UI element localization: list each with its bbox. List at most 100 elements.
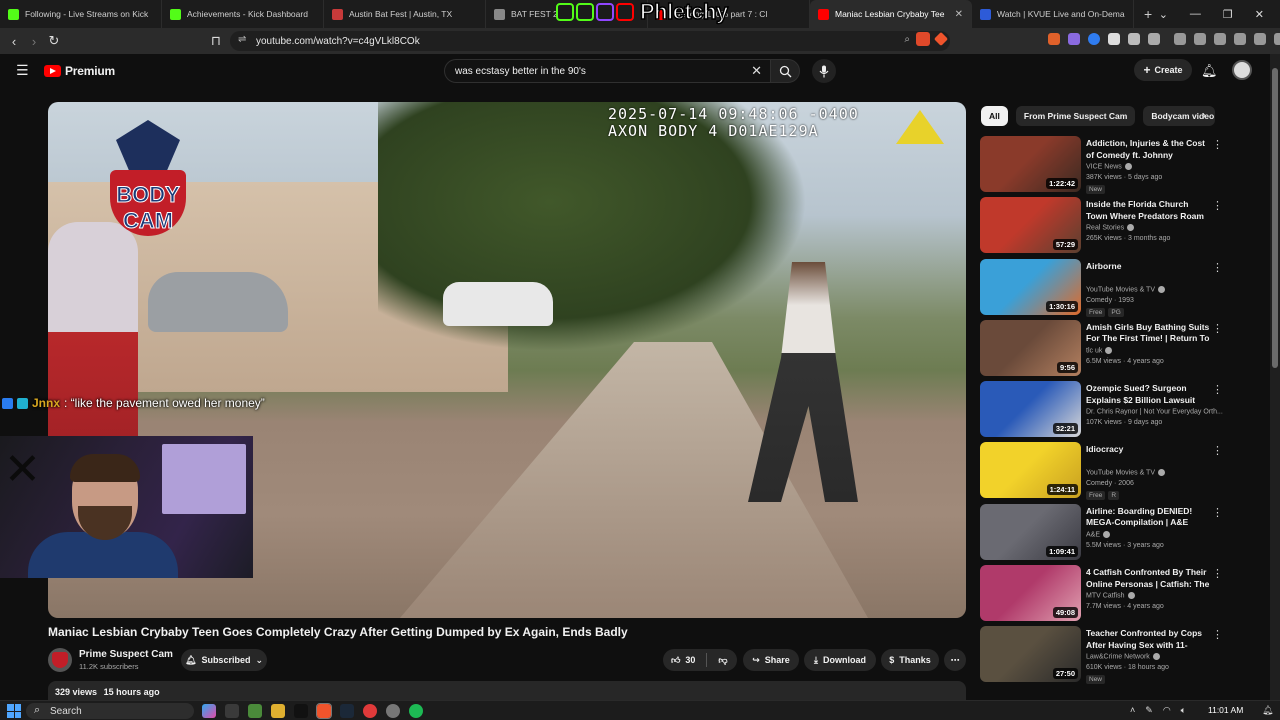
youtube-logo[interactable]: Premium: [44, 64, 115, 78]
share-button[interactable]: ↪ Share: [743, 649, 799, 671]
recommended-video[interactable]: 49:08 4 Catfish Confronted By Their Onlin…: [980, 565, 1230, 626]
recommended-video[interactable]: 1:30:16 Airborne YouTube Movies & TV Comedy…: [980, 258, 1230, 320]
calendar-icon[interactable]: [248, 704, 262, 718]
more-vertical-icon[interactable]: ⋮: [1212, 383, 1223, 396]
browser-tab[interactable]: Austin Bat Fest | Austin, TX: [324, 0, 486, 28]
spotify-icon[interactable]: [409, 704, 423, 718]
music-icon[interactable]: [1194, 33, 1206, 45]
thanks-button[interactable]: $ Thanks: [881, 649, 939, 671]
more-vertical-icon[interactable]: ⋮: [1212, 322, 1223, 335]
site-settings-icon[interactable]: ⇌: [238, 34, 246, 45]
clear-search-icon[interactable]: ✕: [751, 63, 762, 79]
channel-name[interactable]: Prime Suspect Cam: [79, 649, 173, 660]
recommended-video-channel[interactable]: YouTube Movies & TV: [1086, 285, 1226, 293]
recommended-video-channel[interactable]: Law&Crime Network: [1086, 653, 1226, 661]
vpn-icon[interactable]: [1274, 33, 1280, 45]
more-vertical-icon[interactable]: ⋮: [1212, 506, 1223, 519]
recommended-video[interactable]: 1:24:11 Idiocracy YouTube Movies & TV Comed…: [980, 442, 1230, 503]
scrollbar-thumb[interactable]: [1272, 68, 1278, 368]
notifications-bell-icon[interactable]: 🔔︎: [1201, 63, 1218, 79]
browser-tab[interactable]: Watch | KVUE Live and On-Dema: [972, 0, 1134, 28]
search-button[interactable]: [770, 59, 800, 83]
chevron-down-icon[interactable]: ⌄: [1159, 8, 1168, 21]
recommended-video-channel[interactable]: Real Stories: [1086, 224, 1226, 232]
more-vertical-icon[interactable]: ⋮: [1212, 567, 1223, 580]
subscribed-button[interactable]: 🔔︎ Subscribed ⌄: [181, 649, 267, 671]
video-thumbnail[interactable]: 1:24:11: [980, 442, 1081, 499]
brave-shield-icon[interactable]: [916, 32, 930, 46]
more-vertical-icon[interactable]: ⋮: [1212, 628, 1223, 641]
recommended-video-title[interactable]: 4 Catfish Confronted By Their Online Per…: [1086, 567, 1212, 590]
video-thumbnail[interactable]: 49:08: [980, 565, 1081, 622]
recommended-video[interactable]: 1:22:42 Addiction, Injuries & the Cost of…: [980, 136, 1230, 197]
extension-icon[interactable]: [1088, 33, 1100, 45]
url-field[interactable]: ⇌ youtube.com/watch?v=c4gVLkl8COk ⌕: [230, 31, 950, 51]
recommended-video[interactable]: 27:50 Teacher Confronted by Cops After Ha…: [980, 626, 1230, 687]
minimize-icon[interactable]: —: [1190, 8, 1201, 20]
back-icon[interactable]: ‹: [4, 34, 24, 49]
search-input[interactable]: was ecstasy better in the 90's ✕: [444, 59, 770, 83]
recommended-video[interactable]: 9:56 Amish Girls Buy Bathing Suits For Th…: [980, 319, 1230, 381]
recommended-video[interactable]: 32:21 Ozempic Sued? Surgeon Explains $2 B…: [980, 381, 1230, 442]
browser-tab[interactable]: Maniac Lesbian Crybaby Tee ✕: [810, 0, 972, 28]
recommended-video-title[interactable]: Ozempic Sued? Surgeon Explains $2 Billio…: [1086, 383, 1212, 406]
video-thumbnail[interactable]: 27:50: [980, 626, 1081, 683]
settings-icon[interactable]: [1108, 33, 1120, 45]
recommended-video-title[interactable]: Airborne: [1086, 261, 1212, 273]
recommended-video-channel[interactable]: Dr. Chris Raynor | Not Your Everyday Ort…: [1086, 408, 1226, 416]
recommended-video-title[interactable]: Addiction, Injuries & the Cost of Comedy…: [1086, 138, 1212, 161]
recommended-video[interactable]: 1:09:41 Airline: Boarding DENIED! MEGA-Co…: [980, 503, 1230, 565]
video-thumbnail[interactable]: 57:29: [980, 197, 1081, 254]
recommended-video-title[interactable]: Teacher Confronted by Cops After Having …: [1086, 628, 1212, 651]
browser-tab[interactable]: Achievements - Kick Dashboard: [162, 0, 324, 28]
taskbar-clock[interactable]: 11:01 AM: [1208, 705, 1243, 715]
hamburger-menu-icon[interactable]: ☰: [16, 62, 29, 79]
screenshot-icon[interactable]: [1128, 33, 1140, 45]
bookmark-icon[interactable]: ⊓: [206, 33, 226, 49]
settings-icon[interactable]: [225, 704, 239, 718]
taskbar-search[interactable]: ⌕ Search: [26, 703, 194, 719]
sidebar-icon[interactable]: [1214, 33, 1226, 45]
maximize-icon[interactable]: ❐: [1223, 8, 1233, 21]
windows-start-icon[interactable]: [7, 704, 21, 718]
more-vertical-icon[interactable]: ⋮: [1212, 138, 1223, 151]
chips-next-icon[interactable]: ›: [1202, 108, 1206, 122]
more-vertical-icon[interactable]: ⋮: [1212, 199, 1223, 212]
download-button[interactable]: ⤓ Download: [804, 649, 876, 671]
filter-chip[interactable]: All: [981, 106, 1008, 126]
video-thumbnail[interactable]: 1:09:41: [980, 503, 1081, 560]
more-actions-button[interactable]: ⋯: [944, 649, 966, 671]
copilot-icon[interactable]: [202, 704, 216, 718]
chevron-up-icon[interactable]: ˄: [1130, 705, 1135, 716]
close-tab-icon[interactable]: ✕: [955, 9, 963, 20]
puzzle-icon[interactable]: [1148, 33, 1160, 45]
dislike-button[interactable]: 👎︎: [718, 655, 727, 666]
recommended-video-title[interactable]: Airline: Boarding DENIED! MEGA-Compilati…: [1086, 506, 1212, 529]
steam-icon[interactable]: [340, 704, 354, 718]
terminal-icon[interactable]: [294, 704, 308, 718]
wallet-icon[interactable]: [1234, 33, 1246, 45]
create-button[interactable]: + Create: [1134, 59, 1192, 81]
wifi-icon[interactable]: ◠: [1163, 705, 1171, 716]
brave-browser-icon[interactable]: [316, 703, 332, 719]
description-box[interactable]: 329 views 15 hours ago: [48, 681, 966, 701]
recommended-video-title[interactable]: Idiocracy: [1086, 444, 1212, 456]
recommended-video-channel[interactable]: MTV Catfish: [1086, 592, 1226, 599]
recommended-video-title[interactable]: Amish Girls Buy Bathing Suits For The Fi…: [1086, 322, 1212, 345]
brave-rewards-icon[interactable]: [933, 31, 949, 47]
video-thumbnail[interactable]: 32:21: [980, 381, 1081, 438]
video-thumbnail[interactable]: 1:30:16: [980, 258, 1081, 315]
more-vertical-icon[interactable]: ⋮: [1212, 444, 1223, 457]
recommended-video-channel[interactable]: tlc uk: [1086, 346, 1226, 354]
recommended-video-title[interactable]: Inside the Florida Church Town Where Pre…: [1086, 199, 1212, 222]
account-avatar[interactable]: [1232, 60, 1252, 80]
video-thumbnail[interactable]: 1:22:42: [980, 136, 1081, 192]
notifications-icon[interactable]: 🔔︎: [1262, 705, 1273, 716]
recommended-video[interactable]: 57:29 Inside the Florida Church Town Wher…: [980, 197, 1230, 258]
github-icon[interactable]: [386, 704, 400, 718]
like-button[interactable]: 👍︎ 30: [671, 655, 695, 666]
obs-icon[interactable]: [363, 704, 377, 718]
channel-avatar[interactable]: [48, 648, 72, 672]
voice-search-button[interactable]: [812, 59, 836, 83]
forward-icon[interactable]: ›: [24, 34, 44, 49]
